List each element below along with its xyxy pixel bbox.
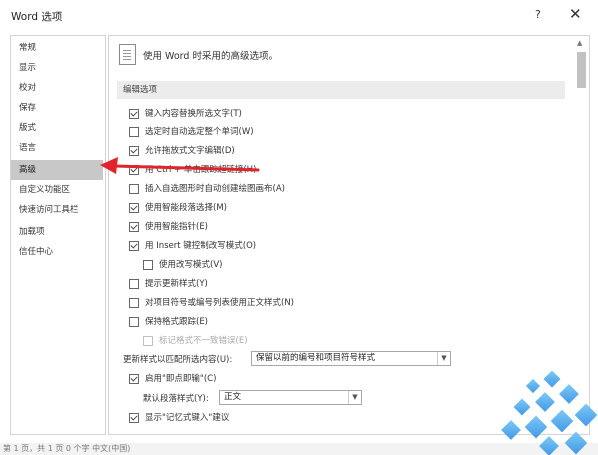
- sidebar-item-save[interactable]: 保存: [11, 98, 103, 118]
- sidebar-item-language[interactable]: 语言: [11, 138, 103, 158]
- checkbox[interactable]: [129, 241, 139, 251]
- checkbox[interactable]: [129, 184, 139, 194]
- default-paragraph-style-select[interactable]: 正文 ▼: [219, 390, 362, 405]
- scroll-up-arrow-icon[interactable]: ▲: [577, 39, 582, 47]
- status-text: 第 1 页，共 1 页 0 个字 中文(中国): [3, 444, 131, 453]
- checkbox[interactable]: [129, 279, 139, 289]
- corner-watermark-logo: [501, 371, 598, 455]
- panel-header: 使用 Word 时采用的高级选项。: [143, 51, 278, 62]
- word-options-dialog: Word 选项 ? ✕ 常规 显示 校对 保存 版式 语言 高级 自定义功能区 …: [0, 0, 598, 455]
- sidebar-item-general[interactable]: 常规: [11, 38, 103, 58]
- close-button[interactable]: ✕: [569, 5, 582, 23]
- checkbox: [143, 336, 153, 346]
- section-editing-options: 编辑选项: [117, 81, 565, 99]
- checkbox[interactable]: [129, 374, 139, 384]
- sidebar-item-advanced[interactable]: 高级: [11, 160, 103, 180]
- sidebar-item-add-ins[interactable]: 加载项: [11, 222, 103, 242]
- checkbox[interactable]: [129, 203, 139, 213]
- title-bar: Word 选项 ? ✕: [0, 0, 598, 30]
- checkbox[interactable]: [129, 222, 139, 232]
- sidebar-item-display[interactable]: 显示: [11, 58, 103, 78]
- checkbox[interactable]: [129, 413, 139, 423]
- checkbox[interactable]: [129, 298, 139, 308]
- checkbox[interactable]: [129, 127, 139, 137]
- help-button[interactable]: ?: [535, 8, 541, 21]
- chevron-down-icon: ▼: [348, 391, 361, 404]
- checkbox[interactable]: [143, 260, 153, 270]
- document-options-icon: [119, 44, 136, 65]
- sidebar-item-trust-center[interactable]: 信任中心: [11, 242, 103, 262]
- update-style-label: 更新样式以匹配所选内容(U):: [123, 355, 233, 365]
- update-style-select[interactable]: 保留以前的编号和项目符号样式 ▼: [251, 351, 451, 366]
- red-arrow-annotation: [100, 157, 260, 174]
- dialog-title: Word 选项: [11, 11, 63, 23]
- default-paragraph-style-label: 默认段落样式(Y):: [143, 394, 209, 404]
- chevron-down-icon: ▼: [437, 352, 450, 365]
- sidebar-item-typography[interactable]: 版式: [11, 118, 103, 138]
- sidebar-item-customize-ribbon[interactable]: 自定义功能区: [11, 180, 103, 200]
- options-sidebar: 常规 显示 校对 保存 版式 语言 高级 自定义功能区 快速访问工具栏 加载项 …: [10, 35, 106, 435]
- sidebar-item-proofing[interactable]: 校对: [11, 78, 103, 98]
- sidebar-item-quick-access-toolbar[interactable]: 快速访问工具栏: [11, 200, 103, 220]
- scrollbar-thumb[interactable]: [577, 52, 586, 88]
- checkbox[interactable]: [129, 109, 139, 119]
- checkbox[interactable]: [129, 317, 139, 327]
